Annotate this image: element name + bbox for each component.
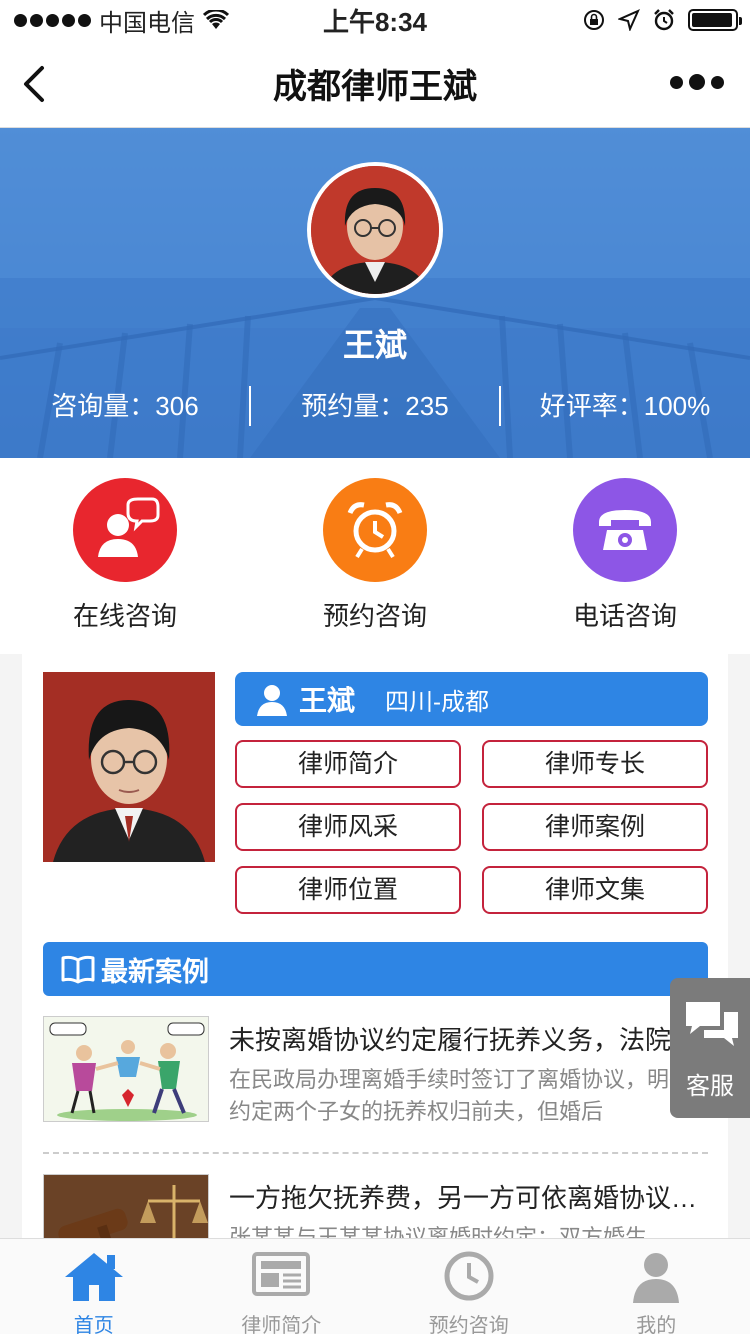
back-icon[interactable] — [18, 64, 54, 104]
tab-home-label: 首页 — [73, 1315, 114, 1334]
tab-appointment[interactable]: 预约咨询 — [375, 1239, 563, 1334]
chat-person-icon — [73, 478, 177, 582]
clock-icon — [444, 1251, 494, 1301]
telephone-icon — [573, 478, 677, 582]
quick-actions: 在线咨询 预约咨询 电话咨询 — [0, 458, 750, 654]
open-book-icon — [61, 955, 95, 984]
case-item[interactable]: 未按离婚协议约定履行抚养义务，法院判决变更抚养权 在民政局办理离婚手续时签订了离… — [43, 1016, 708, 1146]
stat-rating: 好评率：100% — [539, 391, 711, 421]
appointment-consult-label: 预约咨询 — [322, 601, 427, 631]
status-bar: 中国电信 上午8:34 — [0, 0, 750, 40]
rotation-lock-icon — [584, 10, 604, 30]
stat-consultations: 咨询量：306 — [51, 391, 199, 421]
tab-mine-label: 我的 — [636, 1315, 677, 1334]
tab-bar: 首页 律师简介 预约咨询 我的 — [0, 1238, 750, 1334]
case-title: 未按离婚协议约定履行抚养义务，法院判决变更抚养权 — [229, 1025, 708, 1055]
nav-bar: 成都律师王斌 — [0, 40, 750, 128]
online-consult-button[interactable]: 在线咨询 — [25, 478, 225, 633]
case-thumbnail — [43, 1016, 209, 1122]
lawyer-name: 王斌 — [299, 685, 356, 716]
lawyer-portrait-icon — [311, 166, 439, 294]
latest-cases-title: 最新案例 — [101, 956, 209, 987]
customer-service-button[interactable]: 客服 — [670, 978, 750, 1118]
lawyer-name-bar: 王斌 四川-成都 — [235, 672, 708, 726]
avatar — [307, 162, 443, 298]
more-options-icon[interactable] — [670, 74, 724, 90]
profile-header: 王斌 咨询量：306 预约量：235 好评率：100% — [0, 128, 750, 458]
alarm-icon — [654, 9, 674, 31]
tab-lawyer-intro-label: 律师简介 — [241, 1315, 322, 1334]
alarm-clock-icon — [323, 478, 427, 582]
lawyer-intro-button[interactable]: 律师简介 — [235, 740, 461, 788]
divider — [43, 1152, 708, 1154]
chat-bubbles-icon — [686, 1002, 738, 1046]
profile-name: 王斌 — [342, 327, 407, 363]
lawyer-location: 四川-成都 — [385, 688, 490, 716]
latest-cases-header: 最新案例 — [43, 942, 708, 996]
customer-service-label: 客服 — [686, 1073, 734, 1100]
divider — [499, 386, 501, 426]
phone-consult-button[interactable]: 电话咨询 — [525, 478, 725, 633]
lawyer-photo — [43, 672, 215, 862]
home-icon — [64, 1253, 123, 1301]
lawyer-card: 王斌 四川-成都 律师简介 律师专长 律师风采 律师案例 律师位置 律师文集 最… — [22, 654, 728, 1280]
tab-mine[interactable]: 我的 — [563, 1239, 750, 1334]
tab-home[interactable]: 首页 — [0, 1239, 188, 1334]
location-icon — [618, 9, 640, 31]
page-title: 成都律师王斌 — [273, 68, 477, 106]
user-icon — [257, 685, 287, 716]
battery-icon — [688, 9, 742, 31]
lawyer-location-button[interactable]: 律师位置 — [235, 866, 461, 914]
lawyer-expertise-button[interactable]: 律师专长 — [482, 740, 708, 788]
tab-appointment-label: 预约咨询 — [428, 1315, 509, 1334]
lawyer-gallery-button[interactable]: 律师风采 — [235, 803, 461, 851]
divider — [249, 386, 251, 426]
newspaper-icon — [252, 1252, 311, 1296]
stats-row: 咨询量：306 预约量：235 好评率：100% — [0, 386, 750, 426]
tab-lawyer-intro[interactable]: 律师简介 — [188, 1239, 376, 1334]
appointment-consult-button[interactable]: 预约咨询 — [275, 478, 475, 633]
person-icon — [633, 1253, 680, 1303]
case-summary: 在民政局办理离婚手续时签订了离婚协议，明确约定两个子女的抚养权归前夫，但婚后 — [229, 1067, 692, 1124]
stat-appointments: 预约量：235 — [301, 391, 449, 421]
phone-consult-label: 电话咨询 — [572, 601, 677, 631]
online-consult-label: 在线咨询 — [72, 601, 177, 631]
case-title: 一方拖欠抚养费，另一方可依离婚协议起诉 — [229, 1183, 708, 1213]
lawyer-cases-button[interactable]: 律师案例 — [482, 803, 708, 851]
lawyer-articles-button[interactable]: 律师文集 — [482, 866, 708, 914]
